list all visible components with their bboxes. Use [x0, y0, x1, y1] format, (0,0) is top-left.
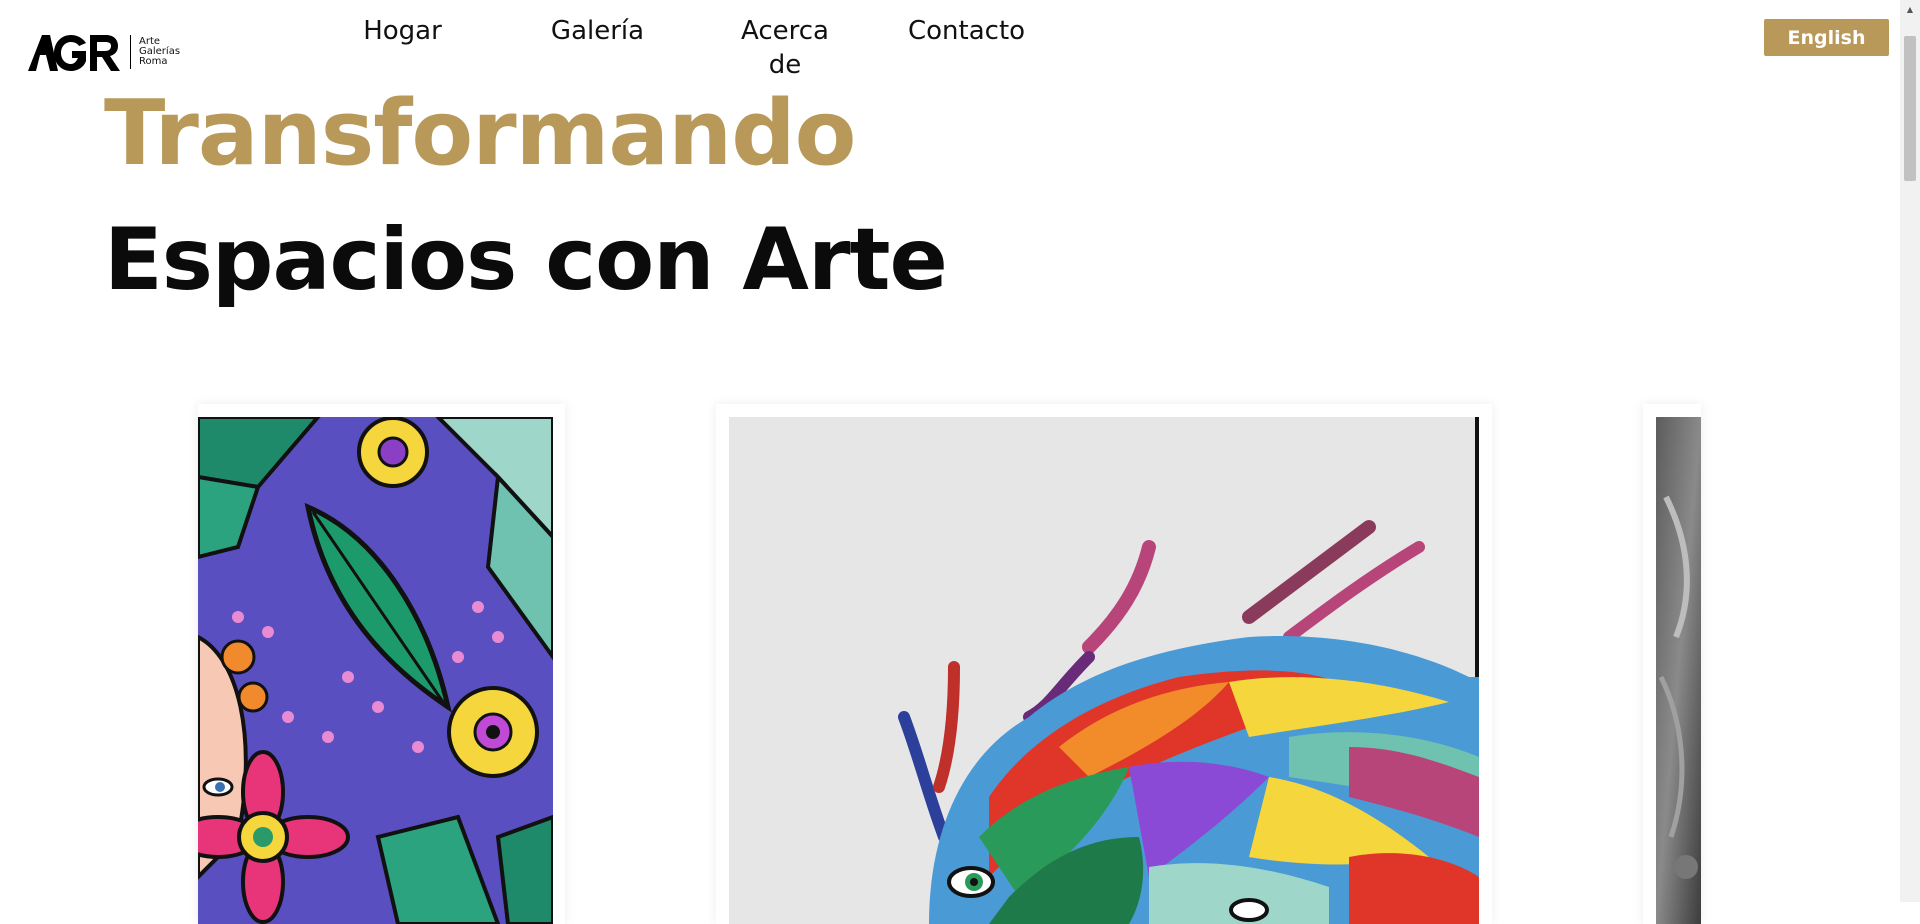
hero-title: Espacios con Arte — [104, 210, 948, 310]
nav-item-acerca-de[interactable]: Acerca de — [715, 14, 855, 82]
gallery-card-grayscale[interactable] — [1643, 404, 1701, 924]
brand-logo[interactable]: Arte Galerías Roma — [28, 32, 180, 72]
vertical-scrollbar[interactable]: ▲ — [1900, 0, 1920, 902]
floral-painting-image — [198, 417, 553, 924]
gallery-card-floral[interactable] — [198, 404, 565, 924]
logo-text: Arte Galerías Roma — [139, 37, 180, 67]
agr-logo-icon — [28, 35, 120, 71]
nav-item-hogar[interactable]: Hogar — [340, 14, 465, 82]
lion-painting-image — [729, 417, 1479, 924]
scrollbar-thumb[interactable] — [1904, 36, 1916, 181]
logo-divider — [130, 35, 131, 69]
hero-title-accent: Transformando — [104, 81, 856, 186]
gallery-card-lion[interactable] — [716, 404, 1492, 924]
scroll-up-arrow-icon[interactable]: ▲ — [1900, 0, 1920, 18]
main-nav: Hogar Galería Acerca de Contacto — [340, 14, 1025, 82]
nav-item-galeria[interactable]: Galería — [535, 14, 660, 82]
grayscale-painting-image — [1656, 417, 1701, 924]
language-toggle-button[interactable]: English — [1764, 19, 1889, 56]
logo-line-3: Roma — [139, 56, 168, 67]
nav-item-contacto[interactable]: Contacto — [900, 14, 1025, 82]
site-header: Arte Galerías Roma Hogar Galería Acerca … — [0, 0, 1900, 80]
